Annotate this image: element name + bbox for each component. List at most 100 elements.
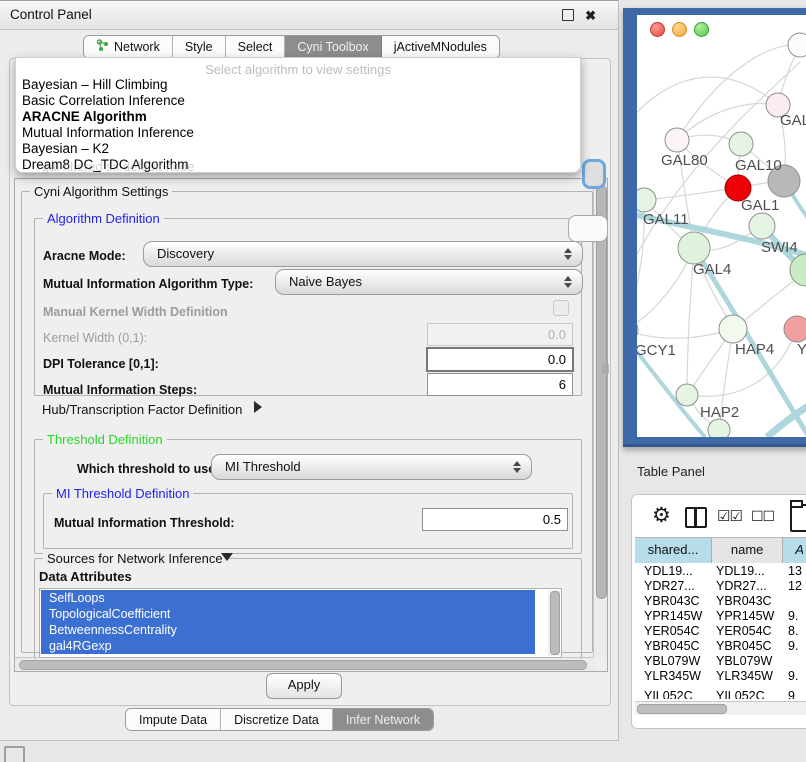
control-panel-window: Control Panel ✖ Network Style Select Cyn… (0, 0, 619, 741)
algorithm-option[interactable]: Basic Correlation Inference (22, 93, 562, 109)
list-scrollbar-thumb[interactable] (550, 591, 560, 655)
network-tab-icon (96, 39, 109, 55)
sources-title[interactable]: Sources for Network Inference (43, 551, 227, 566)
column-header-partial[interactable]: A (783, 538, 806, 563)
cell: 9. (788, 609, 806, 624)
table-row[interactable]: YBR045CYBR045C9. (635, 639, 806, 654)
cell: YIL052C (716, 689, 765, 699)
node-gal80[interactable] (665, 128, 689, 152)
cell: YBR043C (644, 594, 700, 609)
table-combobox-fragment[interactable] (568, 215, 608, 242)
network-view-window[interactable]: GAL2 GAL80 GAL10 GAL1 GAL11 SWI4 GAL4 GC… (623, 8, 806, 447)
node-label: GAL80 (661, 152, 708, 169)
tab-style-label: Style (185, 40, 213, 54)
tab-impute-data[interactable]: Impute Data (126, 709, 221, 730)
gear-icon[interactable]: ⚙ (652, 503, 671, 528)
tab-infer-network[interactable]: Infer Network (333, 709, 433, 730)
table-mode-icon[interactable] (790, 504, 806, 532)
algorithm-option-selected[interactable]: ARACNE Algorithm (22, 109, 562, 125)
network-graph[interactable]: GAL2 GAL80 GAL10 GAL1 GAL11 SWI4 GAL4 GC… (637, 15, 806, 437)
expanded-arrow-icon[interactable] (221, 553, 233, 561)
column-header-name[interactable]: name (712, 538, 783, 563)
table-scrollbar-thumb[interactable] (637, 704, 727, 714)
table-row[interactable]: YLR345WYLR345W9. (635, 669, 806, 684)
column-header-shared-name[interactable]: shared... (635, 538, 712, 563)
dpi-tolerance-label: DPI Tolerance [0,1]: (43, 357, 159, 371)
deselect-all-icon[interactable]: ☐☐ (751, 508, 774, 525)
mi-algorithm-type-value: Naive Bayes (289, 274, 362, 289)
application-root: Control Panel ✖ Network Style Select Cyn… (0, 0, 806, 762)
table-row[interactable]: YBL079WYBL079W (635, 654, 806, 669)
cell: YBR045C (716, 639, 772, 654)
table-horizontal-scrollbar[interactable] (635, 701, 806, 715)
collapsed-arrow-icon[interactable] (254, 401, 262, 413)
hub-tf-expander-label[interactable]: Hub/Transcription Factor Definition (42, 402, 242, 417)
list-vertical-scrollbar[interactable] (548, 590, 560, 656)
tab-jactivemnodules[interactable]: jActiveMNodules (382, 36, 499, 58)
columns-icon[interactable] (685, 507, 707, 528)
node-gal10[interactable] (729, 132, 753, 156)
node[interactable] (708, 419, 730, 437)
cell: YLR345W (644, 669, 701, 684)
table-row[interactable]: YIL052CYIL052C9 (635, 689, 806, 699)
node-hap4[interactable] (719, 315, 747, 343)
mi-steps-field[interactable] (427, 373, 573, 396)
cyni-algorithm-settings-group: Cyni Algorithm Settings Algorithm Defini… (21, 191, 593, 653)
table-panel: ⚙ ☑☑ ☐☐ shared... name A YDL19...YDL19..… (631, 494, 806, 729)
node-label: HAP4 (735, 341, 774, 358)
node-pink[interactable] (784, 316, 806, 342)
data-attributes-label: Data Attributes (39, 569, 132, 584)
aracne-mode-combobox[interactable]: Discovery (143, 241, 583, 267)
manual-kernel-width-checkbox[interactable] (553, 300, 569, 316)
node-gal11[interactable] (637, 188, 656, 212)
minimized-panel-icon[interactable] (4, 746, 25, 762)
list-item[interactable]: SelfLoops (41, 590, 535, 606)
aracne-mode-label: Aracne Mode: (43, 249, 126, 263)
table-row[interactable]: YDL19...YDL19...13 (635, 564, 806, 579)
cell: YIL052C (644, 689, 693, 699)
tab-cyni-toolbox[interactable]: Cyni Toolbox (285, 36, 381, 58)
dpi-tolerance-field[interactable] (426, 347, 574, 372)
node-gal4[interactable] (678, 232, 710, 264)
close-icon[interactable]: ✖ (585, 8, 596, 24)
float-window-icon[interactable] (562, 9, 574, 21)
list-item[interactable]: BetweennessCentrality (41, 622, 535, 638)
panel-divider-handle[interactable] (602, 364, 609, 374)
horizontal-scrollbar-thumb[interactable] (19, 660, 587, 670)
list-item[interactable]: TopologicalCoefficient (41, 606, 535, 622)
table-row[interactable]: YDR27...YDR27...12 (635, 579, 806, 594)
cell: YLR345W (716, 669, 773, 684)
table-row[interactable]: YER054CYER054C8. (635, 624, 806, 639)
which-threshold-combobox[interactable]: MI Threshold (211, 454, 532, 480)
tab-network[interactable]: Network (84, 36, 173, 58)
mi-algorithm-type-combobox[interactable]: Naive Bayes (275, 269, 583, 295)
cell: 9. (788, 639, 806, 654)
tab-style[interactable]: Style (173, 36, 226, 58)
node[interactable] (788, 33, 806, 57)
algorithm-option[interactable]: Bayesian – Hill Climbing (22, 77, 562, 93)
table-row[interactable]: YBR043CYBR043C (635, 594, 806, 609)
node-swi4[interactable] (749, 213, 775, 239)
control-panel-title: Control Panel (10, 7, 92, 22)
algorithm-combobox-fragment[interactable] (582, 159, 606, 189)
list-item[interactable]: gal4RGexp (41, 638, 535, 654)
spinner-arrows-icon (564, 275, 573, 289)
tab-select[interactable]: Select (226, 36, 286, 58)
algorithm-option[interactable]: Mutual Information Inference (22, 125, 562, 141)
cell: YPR145W (644, 609, 702, 624)
horizontal-scrollbar[interactable] (15, 657, 594, 671)
table-row[interactable]: YPR145WYPR145W9. (635, 609, 806, 624)
vertical-scrollbar[interactable] (593, 179, 607, 657)
node-hap2[interactable] (676, 384, 698, 406)
select-all-icon[interactable]: ☑☑ (717, 507, 742, 525)
network-canvas[interactable]: GAL2 GAL80 GAL10 GAL1 GAL11 SWI4 GAL4 GC… (637, 15, 806, 437)
tab-discretize-data[interactable]: Discretize Data (221, 709, 333, 730)
vertical-scrollbar-thumb[interactable] (596, 185, 607, 599)
algorithm-option[interactable]: Bayesian – K2 (22, 141, 562, 157)
apply-button[interactable]: Apply (266, 673, 342, 699)
cell: YBL079W (716, 654, 772, 669)
data-attributes-list[interactable]: SelfLoops TopologicalCoefficient Between… (39, 588, 562, 658)
mi-threshold-field[interactable] (422, 508, 568, 531)
mi-algorithm-type-label: Mutual Information Algorithm Type: (43, 277, 253, 291)
mi-steps-label: Mutual Information Steps: (43, 383, 197, 397)
